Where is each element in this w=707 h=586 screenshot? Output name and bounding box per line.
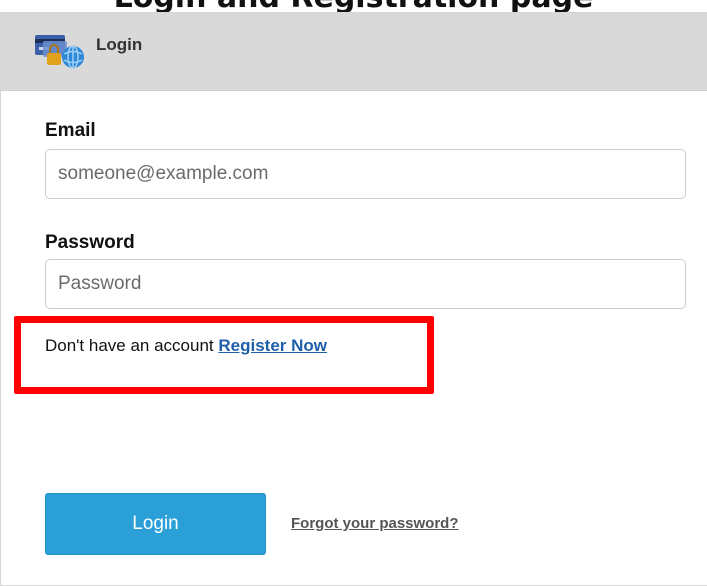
forgot-password-link[interactable]: Forgot your password? bbox=[291, 515, 459, 532]
register-prompt: Don't have an account Register Now bbox=[45, 336, 327, 356]
email-label: Email bbox=[45, 120, 96, 141]
page-caption: Login and Registration page bbox=[0, 0, 707, 12]
register-now-link[interactable]: Register Now bbox=[218, 336, 327, 355]
credit-card-globe-lock-icon bbox=[33, 27, 89, 75]
password-field[interactable] bbox=[45, 259, 686, 309]
panel-header: Login bbox=[1, 13, 707, 91]
panel-title: Login bbox=[96, 35, 143, 54]
password-label: Password bbox=[45, 232, 135, 253]
login-panel: Login Email Password Don't have an accou… bbox=[0, 12, 707, 586]
register-prompt-text: Don't have an account bbox=[45, 336, 219, 355]
email-field[interactable] bbox=[45, 149, 686, 199]
login-button[interactable]: Login bbox=[45, 493, 266, 555]
